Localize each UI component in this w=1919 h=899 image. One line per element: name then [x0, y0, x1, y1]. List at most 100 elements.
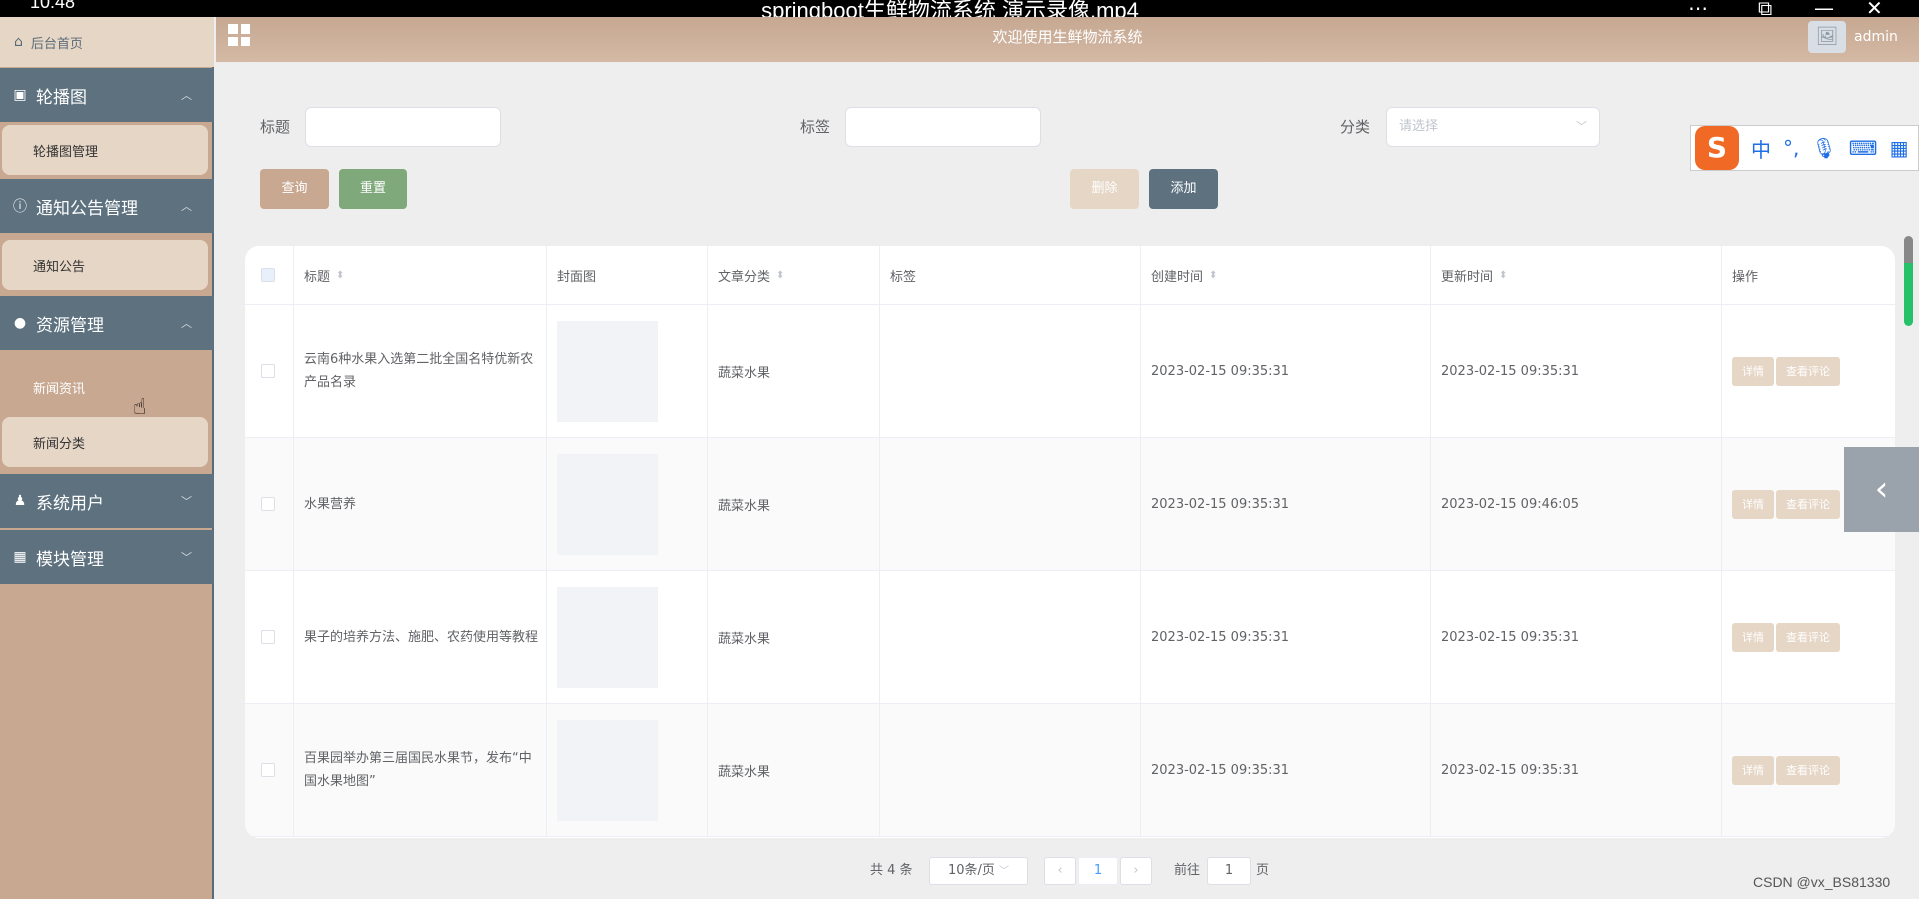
sidebar-item-news-category[interactable]: 新闻分类	[2, 417, 208, 467]
detail-button[interactable]: 详情	[1732, 755, 1774, 785]
view-comments-button[interactable]: 查看评论	[1776, 755, 1840, 785]
keyboard-icon[interactable]: ⌨	[1849, 136, 1878, 160]
sidebar-group-label: 资源管理	[36, 315, 104, 336]
home-icon: ⌂	[14, 34, 23, 50]
pagination-total: 共 4 条	[870, 863, 913, 878]
ime-toolbar: S 中 °, 🎙 ⌨ ▦	[1690, 125, 1919, 171]
category-placeholder: 请选择	[1399, 119, 1439, 134]
column-header-created[interactable]: 创建时间 ⬍	[1141, 246, 1431, 304]
page-number-current[interactable]: 1	[1078, 857, 1118, 885]
top-header: 欢迎使用生鲜物流系统 🖼 admin	[216, 17, 1919, 62]
sogou-logo-icon[interactable]: S	[1695, 126, 1739, 170]
row-title: 果子的培养方法、施肥、农药使用等教程	[304, 629, 539, 645]
picture-icon: ▣	[13, 87, 27, 103]
row-category: 蔬菜水果	[718, 498, 771, 514]
sidebar-item-label: 新闻资讯	[33, 381, 86, 397]
username[interactable]: admin	[1854, 29, 1898, 45]
recording-title-bar: 10:48 springboot生鲜物流系统 演示录像.mp4 ⋯ ⧉ — ✕	[0, 0, 1919, 23]
column-header-title[interactable]: 标题 ⬍	[294, 246, 547, 304]
row-title: 云南6种水果入选第二批全国名特优新农产品名录	[304, 352, 534, 390]
sort-icon: ⬍	[336, 269, 345, 281]
sort-icon: ⬍	[1209, 269, 1218, 281]
reset-button[interactable]: 重置	[339, 169, 407, 209]
row-created: 2023-02-15 09:35:31	[1151, 762, 1290, 778]
sidebar-group-label: 模块管理	[36, 549, 104, 570]
row-title: 水果营养	[304, 496, 357, 512]
view-comments-button[interactable]: 查看评论	[1776, 356, 1840, 386]
query-button[interactable]: 查询	[260, 169, 329, 209]
row-checkbox[interactable]	[261, 497, 275, 511]
cover-image	[557, 453, 658, 555]
chevron-down-icon: ﹀	[999, 866, 1010, 877]
sidebar-group-modules[interactable]: ▦ 模块管理 ﹀	[0, 530, 214, 584]
panel-toggle-chevron-left-icon[interactable]: ‹	[1844, 447, 1919, 532]
news-table: 标题 ⬍ 封面图 文章分类 ⬍ 标签 创建时间 ⬍ 更新时间 ⬍ 操作 云南6种水果入选…	[245, 246, 1895, 838]
row-category: 蔬菜水果	[718, 365, 771, 381]
grid-icon[interactable]: ▦	[1890, 136, 1909, 160]
prev-page-chevron-left-icon[interactable]: ‹	[1044, 857, 1076, 885]
row-checkbox[interactable]	[261, 364, 275, 378]
row-checkbox[interactable]	[261, 763, 275, 777]
add-button[interactable]: 添加	[1149, 169, 1218, 209]
detail-button[interactable]: 详情	[1732, 489, 1774, 519]
column-header-cover: 封面图	[547, 246, 708, 304]
sidebar-item-news[interactable]: 新闻资讯	[2, 362, 208, 412]
bulb-icon: ●	[13, 315, 27, 331]
next-page-chevron-right-icon[interactable]: ›	[1120, 857, 1152, 885]
sidebar-group-label: 通知公告管理	[36, 198, 138, 219]
goto-page-input[interactable]: 1	[1207, 857, 1251, 885]
ime-punct[interactable]: °,	[1783, 136, 1799, 160]
delete-button[interactable]: 删除	[1070, 169, 1139, 209]
sidebar-item-label: 轮播图管理	[33, 144, 99, 160]
sidebar-group-notice[interactable]: ⓘ 通知公告管理 ︿	[0, 179, 214, 233]
row-category: 蔬菜水果	[718, 764, 771, 780]
chevron-up-icon: ︿	[181, 200, 192, 213]
sort-icon: ⬍	[1499, 269, 1508, 281]
view-comments-button[interactable]: 查看评论	[1776, 489, 1840, 519]
column-header-category[interactable]: 文章分类 ⬍	[708, 246, 880, 304]
sidebar-item-label: 通知公告	[33, 259, 86, 275]
title-input[interactable]	[305, 107, 501, 147]
sidebar-home-label: 后台首页	[30, 36, 83, 52]
chevron-up-icon: ︿	[181, 89, 192, 102]
sidebar-item-notice[interactable]: 通知公告	[2, 240, 208, 290]
chevron-down-icon: ﹀	[181, 551, 192, 564]
chevron-down-icon: ﹀	[1576, 120, 1587, 133]
row-checkbox[interactable]	[261, 630, 275, 644]
detail-button[interactable]: 详情	[1732, 622, 1774, 652]
table-row: 云南6种水果入选第二批全国名特优新农产品名录 蔬菜水果 2023-02-15 09:…	[245, 305, 1895, 438]
tag-input[interactable]	[845, 107, 1041, 147]
microphone-icon[interactable]: 🎙	[1811, 136, 1836, 160]
select-all-checkbox[interactable]	[261, 268, 275, 282]
sidebar-item-label: 新闻分类	[33, 436, 86, 452]
sidebar-group-resources[interactable]: ● 资源管理 ︿	[0, 296, 214, 350]
row-title: 百果园举办第三届国民水果节，发布“中国水果地图”	[304, 751, 532, 789]
row-created: 2023-02-15 09:35:31	[1151, 496, 1290, 512]
title-label: 标题	[260, 118, 291, 136]
sidebar-group-carousel[interactable]: ▣ 轮播图 ︿	[0, 68, 214, 122]
avatar[interactable]: 🖼	[1808, 21, 1846, 53]
category-select[interactable]: 请选择 ﹀	[1386, 107, 1600, 147]
sidebar-group-users[interactable]: ♟ 系统用户 ﹀	[0, 474, 214, 528]
view-comments-button[interactable]: 查看评论	[1776, 622, 1840, 652]
column-header-updated[interactable]: 更新时间 ⬍	[1431, 246, 1722, 304]
page-size-select[interactable]: 10条/页 ﹀	[929, 857, 1028, 885]
sidebar-item-carousel-manage[interactable]: 轮播图管理	[2, 125, 208, 175]
sidebar-group-label: 系统用户	[36, 493, 104, 514]
cover-image	[557, 320, 658, 422]
row-created: 2023-02-15 09:35:31	[1151, 363, 1290, 379]
column-header-tag: 标签	[880, 246, 1141, 304]
cover-image	[557, 586, 658, 688]
detail-button[interactable]: 详情	[1732, 356, 1774, 386]
sort-icon: ⬍	[776, 269, 785, 281]
chevron-up-icon: ︿	[181, 317, 192, 330]
user-icon: ♟	[13, 493, 27, 509]
grid-icon: ▦	[13, 549, 27, 565]
goto-suffix: 页	[1256, 863, 1270, 878]
table-header: 标题 ⬍ 封面图 文章分类 ⬍ 标签 创建时间 ⬍ 更新时间 ⬍ 操作	[245, 246, 1895, 305]
watermark: CSDN @vx_BS81330	[1753, 874, 1891, 890]
scrollbar[interactable]	[1904, 236, 1913, 326]
sidebar-item-home[interactable]: ⌂ 后台首页	[0, 17, 214, 67]
hand-cursor-icon: ☝	[133, 395, 147, 420]
ime-lang[interactable]: 中	[1751, 134, 1771, 163]
